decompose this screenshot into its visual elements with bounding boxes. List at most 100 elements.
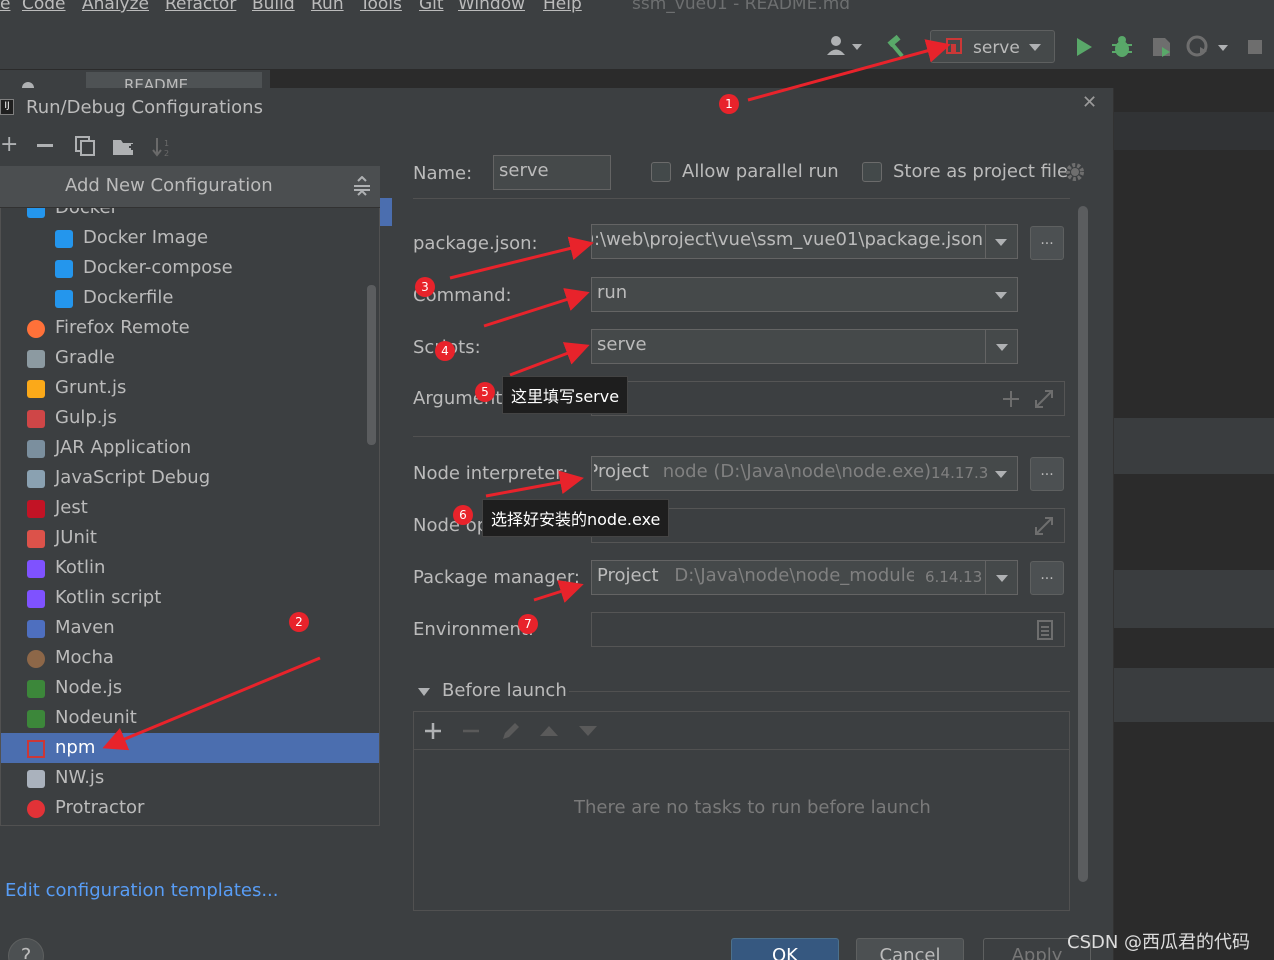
collapse-all-icon[interactable] xyxy=(352,176,372,198)
run-icon[interactable] xyxy=(1074,36,1094,58)
configuration-tree: Docker Docker Image Docker-compose Dockerfi… xyxy=(0,208,380,826)
tree-item[interactable]: Jest xyxy=(1,493,379,523)
name-input[interactable]: serve xyxy=(493,155,611,190)
expand-icon[interactable] xyxy=(1034,389,1054,409)
package-json-select[interactable]: D:\web\project\vue\ssm_vue01\package.jso… xyxy=(591,224,1018,259)
tree-item-label: Grunt.js xyxy=(55,377,127,398)
tree-item[interactable]: Protractor xyxy=(1,793,379,823)
menu-item-edit[interactable]: e xyxy=(0,0,10,14)
menu-item-git[interactable]: Git xyxy=(419,0,444,14)
tree-item[interactable]: Kotlin script xyxy=(1,583,379,613)
collapse-triangle-icon[interactable] xyxy=(417,686,431,698)
remove-icon[interactable] xyxy=(462,722,480,740)
gear-icon[interactable] xyxy=(1065,162,1085,182)
tree-item[interactable]: Gradle xyxy=(1,343,379,373)
add-new-configuration-header[interactable]: Add New Configuration xyxy=(0,166,380,208)
add-icon[interactable] xyxy=(1002,390,1020,408)
divider xyxy=(569,691,1070,692)
jest-icon xyxy=(27,500,45,518)
cancel-button[interactable]: Cancel xyxy=(856,938,964,960)
remove-icon[interactable] xyxy=(36,138,54,152)
edit-pencil-icon[interactable] xyxy=(500,720,522,742)
annotation-tip: 这里填写serve xyxy=(502,376,629,414)
tree-item[interactable]: Maven xyxy=(1,613,379,643)
tree-item[interactable]: npm xyxy=(1,733,379,763)
menu-item-help[interactable]: Help xyxy=(543,0,582,14)
scripts-select[interactable]: serve xyxy=(591,329,1018,364)
environment-input[interactable] xyxy=(591,612,1065,647)
package-manager-path: D:\Java\node\node_modules xyxy=(674,565,915,586)
menu-item-analyze[interactable]: Analyze xyxy=(82,0,149,14)
node-interpreter-version: 14.17.3 xyxy=(931,464,989,482)
svg-text:1: 1 xyxy=(164,139,169,148)
allow-parallel-checkbox[interactable] xyxy=(651,162,671,182)
tree-item-label: Gradle xyxy=(55,347,115,368)
add-icon[interactable] xyxy=(424,722,442,740)
tree-item[interactable]: Nodeunit xyxy=(1,703,379,733)
folder-icon[interactable] xyxy=(112,137,136,157)
tree-scrollbar[interactable] xyxy=(367,285,376,445)
annotation-badge: 1 xyxy=(719,94,739,114)
profile-icon[interactable] xyxy=(1186,35,1230,59)
menu-item-tools[interactable]: Tools xyxy=(360,0,402,14)
ok-button[interactable]: OK xyxy=(731,938,839,960)
coverage-icon[interactable] xyxy=(1150,35,1174,59)
tree-item[interactable]: Kotlin xyxy=(1,553,379,583)
node-interpreter-browse-button[interactable]: ... xyxy=(1030,457,1064,491)
tree-item[interactable]: Grunt.js xyxy=(1,373,379,403)
tree-item[interactable]: JUnit xyxy=(1,523,379,553)
command-select[interactable]: run xyxy=(591,277,1018,312)
tree-item[interactable]: Gulp.js xyxy=(1,403,379,433)
arguments-input[interactable] xyxy=(591,381,1065,416)
move-down-icon[interactable] xyxy=(578,724,598,738)
menu-item-window[interactable]: Window xyxy=(458,0,525,14)
package-manager-prefix: Project xyxy=(597,565,659,586)
menu-item-build[interactable]: Build xyxy=(252,0,295,14)
edit-templates-link[interactable]: Edit configuration templates... xyxy=(5,880,279,901)
store-project-checkbox[interactable] xyxy=(862,162,882,182)
user-icon[interactable] xyxy=(824,34,864,58)
close-icon[interactable]: ✕ xyxy=(1082,92,1097,113)
store-project-label: Store as project file xyxy=(893,161,1069,182)
tree-item[interactable]: Node.js xyxy=(1,673,379,703)
node-interpreter-select[interactable]: Project node (D:\Java\node\node.exe) 14.… xyxy=(591,456,1018,491)
package-json-dropdown[interactable] xyxy=(985,225,1017,258)
tree-item[interactable]: Docker xyxy=(1,208,379,223)
junit-icon xyxy=(27,530,45,548)
tree-item[interactable]: JAR Application xyxy=(1,433,379,463)
node-interpreter-path: node (D:\Java\node\node.exe) xyxy=(662,461,932,482)
main-toolbar xyxy=(0,24,1274,70)
tree-item-label: Firefox Remote xyxy=(55,317,190,338)
menu-item-code[interactable]: Code xyxy=(22,0,66,14)
tree-item[interactable]: Firefox Remote xyxy=(1,313,379,343)
before-launch-label: Before launch xyxy=(442,680,567,701)
tree-item-label: Docker-compose xyxy=(83,257,233,278)
tree-item-label: Gulp.js xyxy=(55,407,117,428)
form-scrollbar[interactable] xyxy=(1078,206,1088,882)
menu-item-run[interactable]: Run xyxy=(311,0,344,14)
package-manager-browse-button[interactable]: ... xyxy=(1030,561,1064,595)
copy-icon[interactable] xyxy=(74,135,96,157)
tree-item[interactable]: Docker-compose xyxy=(1,253,379,283)
package-json-browse-button[interactable]: ... xyxy=(1030,226,1064,260)
run-config-selector[interactable]: serve xyxy=(930,30,1055,63)
tree-item[interactable]: Dockerfile xyxy=(1,283,379,313)
watermark: CSDN @西瓜君的代码 xyxy=(1067,932,1251,953)
sort-icon[interactable]: 1 2 xyxy=(152,136,174,158)
build-hammer-icon[interactable] xyxy=(885,34,911,60)
tree-item[interactable]: Mocha xyxy=(1,643,379,673)
list-icon[interactable] xyxy=(1036,620,1054,640)
package-manager-version: 6.14.13 xyxy=(925,568,983,586)
menu-item-refactor[interactable]: Refactor xyxy=(165,0,236,14)
add-icon[interactable]: + xyxy=(0,132,18,157)
move-up-icon[interactable] xyxy=(539,724,559,738)
tree-item[interactable]: NW.js xyxy=(1,763,379,793)
nodejs-icon xyxy=(27,680,45,698)
stop-icon[interactable] xyxy=(1247,39,1263,55)
tree-item[interactable]: Docker Image xyxy=(1,223,379,253)
firefox-icon xyxy=(27,320,45,338)
tree-item[interactable]: JavaScript Debug xyxy=(1,463,379,493)
debug-icon[interactable] xyxy=(1110,35,1134,59)
package-manager-select[interactable]: Project D:\Java\node\node_modules 6.14.1… xyxy=(591,560,1018,595)
expand-icon[interactable] xyxy=(1034,516,1054,536)
